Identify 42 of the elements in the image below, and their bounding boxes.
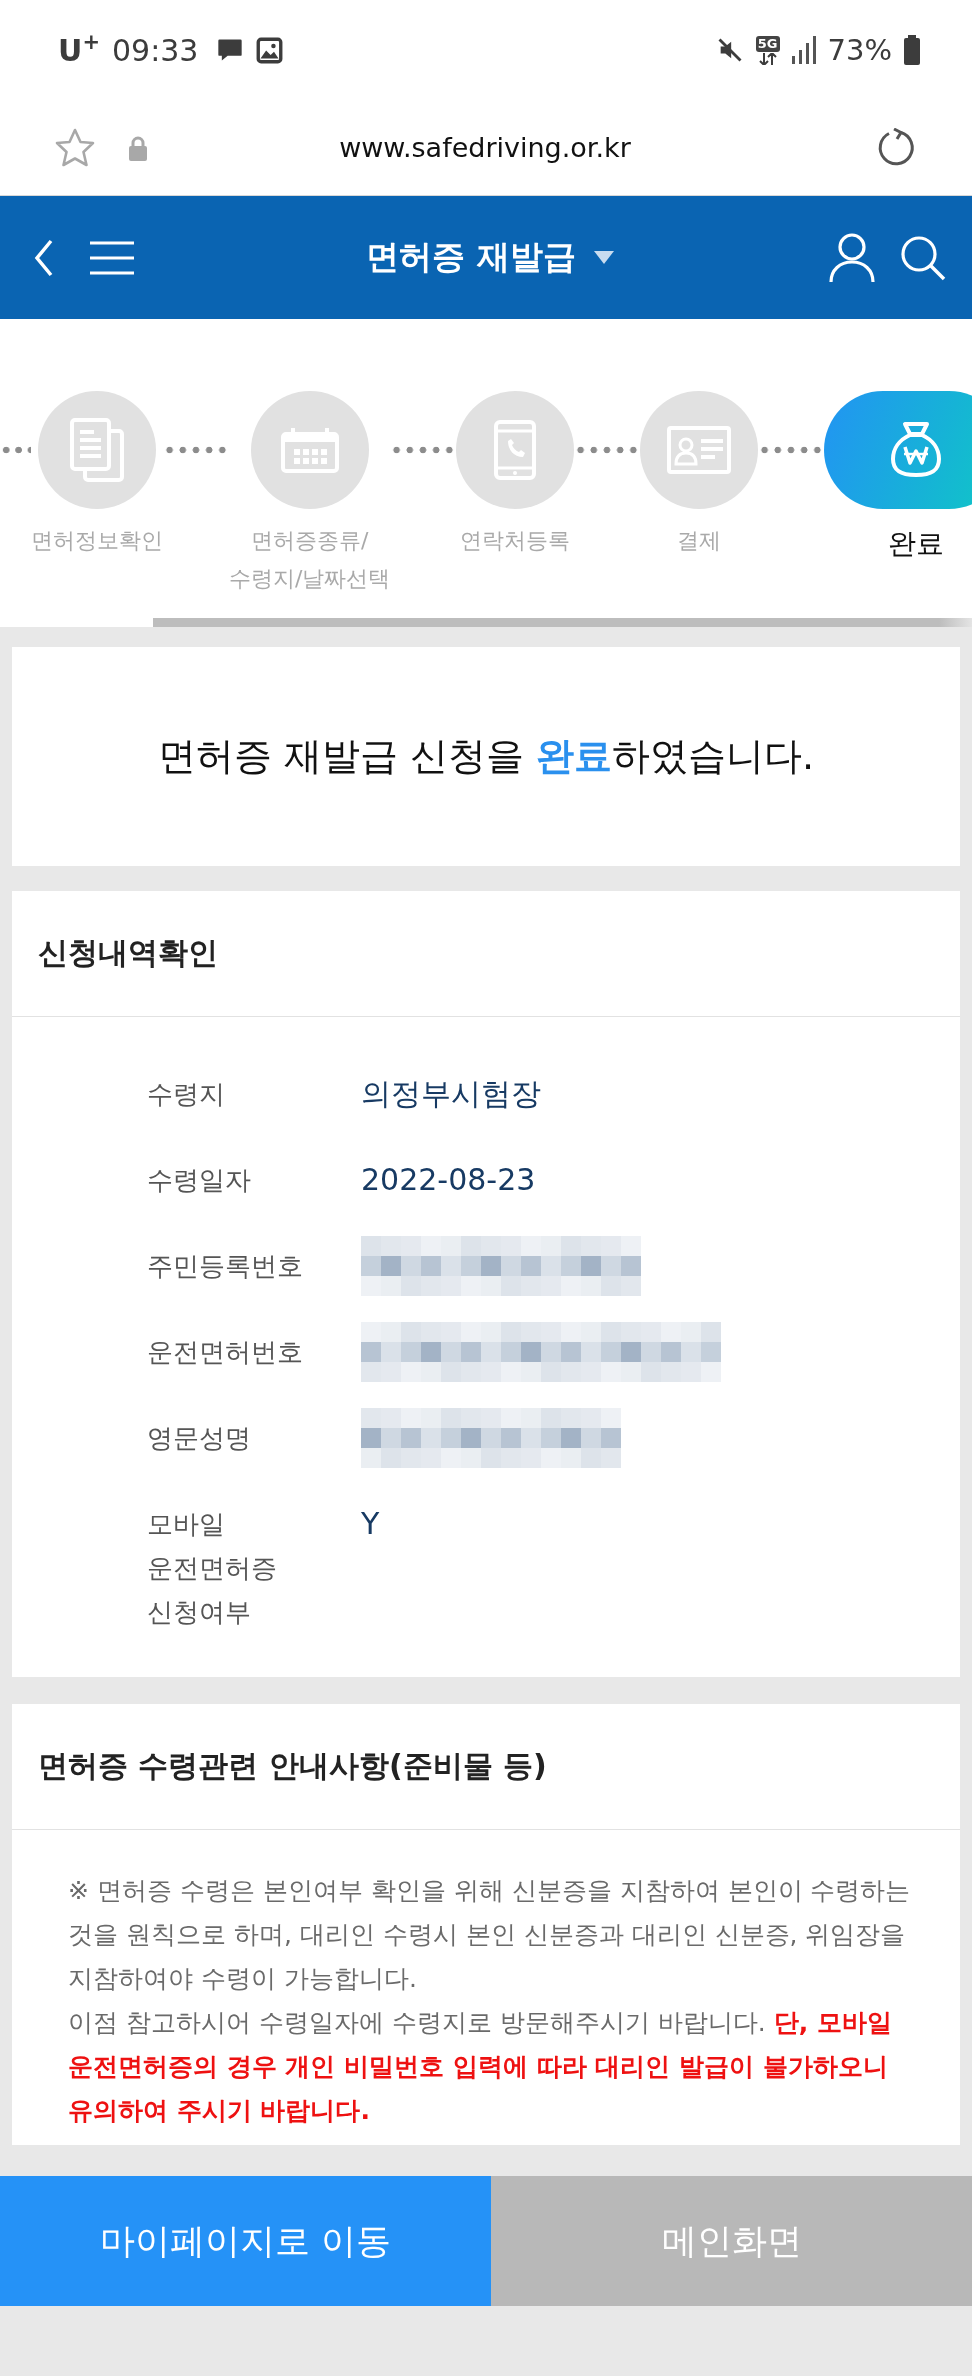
step-label: 연락처등록 bbox=[460, 527, 571, 555]
back-icon[interactable] bbox=[34, 237, 54, 278]
field-label: 수령지 bbox=[147, 1078, 226, 1111]
section-title: 신청내역확인 bbox=[38, 934, 218, 972]
field-value: 2022-08-23 bbox=[361, 1162, 536, 1197]
signal-icon bbox=[791, 36, 816, 64]
image-icon bbox=[256, 36, 284, 64]
lock-icon bbox=[128, 134, 148, 161]
page-title-dropdown[interactable]: 면허증 재발급 bbox=[366, 235, 614, 280]
battery-icon bbox=[904, 35, 920, 65]
step-label: 완료 bbox=[888, 526, 945, 562]
dotted-connector bbox=[390, 446, 457, 454]
data-arrows-icon bbox=[757, 52, 778, 65]
section-title: 면허증 수령관련 안내사항(준비물 등) bbox=[38, 1747, 547, 1785]
mypage-button[interactable]: 마이페이지로 이동 bbox=[0, 2176, 491, 2306]
star-icon[interactable] bbox=[54, 127, 96, 168]
field-label: 영문성명 bbox=[147, 1422, 252, 1455]
dotted-connector bbox=[0, 446, 31, 454]
url-text[interactable]: www.safedriving.or.kr bbox=[339, 132, 631, 163]
clock: 09:33 bbox=[112, 32, 199, 68]
field-value: 의정부시험장 bbox=[361, 1076, 541, 1111]
completion-message: 면허증 재발급 신청을 완료하였습니다. bbox=[157, 733, 815, 780]
menu-icon[interactable] bbox=[90, 239, 134, 276]
carrier-label: U$^{+}$ bbox=[58, 32, 100, 68]
notice-text: ※ 면허증 수령은 본인여부 확인을 위해 신분증을 지참하여 본인이 수령하는 것을 원칙으로 하며, 대리인 수령시 본인 신분증과 대리인 신분증, 위임장을 지참하여야 수령이 가능합니다. 이점 참고하시어 수령일자에 수령지로 방문해주시기 바랍니다. 단, 모바일 운전면허증의 경우 개인 비밀번호 입력에 따라 대리인 발급이 불가하오니 유의하여 주시기 바랍니다. bbox=[68, 1875, 912, 2127]
field-label: 수령일자 bbox=[147, 1164, 252, 1197]
dotted-connector bbox=[574, 446, 641, 454]
field-value: Y bbox=[361, 1506, 380, 1541]
step-label: 면허증종류/ 수령지/날짜선택 bbox=[229, 527, 391, 593]
caret-icon bbox=[593, 251, 614, 264]
dotted-connector bbox=[163, 446, 229, 454]
search-icon[interactable] bbox=[900, 234, 946, 281]
battery-percentage: 73% bbox=[827, 33, 892, 67]
reload-icon[interactable] bbox=[876, 127, 916, 168]
field-label: 모바일 운전면허증 신청여부 bbox=[147, 1508, 278, 1629]
user-icon[interactable] bbox=[828, 232, 876, 283]
dotted-connector bbox=[758, 446, 825, 454]
step-label: 결제 bbox=[677, 527, 722, 555]
step-label: 면허정보확인 bbox=[31, 527, 163, 555]
field-label: 주민등록번호 bbox=[147, 1250, 304, 1283]
network-type-label: 5G bbox=[755, 35, 780, 52]
field-label: 운전면허번호 bbox=[147, 1336, 304, 1369]
